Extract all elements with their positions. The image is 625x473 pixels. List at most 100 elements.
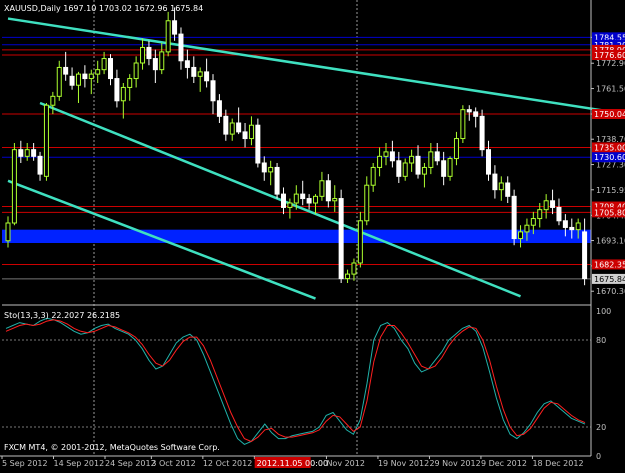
candle-body — [63, 66, 69, 75]
candle-body — [383, 151, 389, 157]
candle-body — [280, 193, 286, 208]
time-axis-label: 3 Oct 2012 — [151, 459, 195, 468]
candle-body — [210, 80, 216, 102]
candle-body — [274, 166, 280, 195]
candle-body — [409, 155, 415, 164]
time-axis-label: 19 Nov 2012 — [378, 459, 429, 468]
candle-body — [216, 100, 222, 117]
time-axis-label: 5 Sep 2012 — [2, 459, 48, 468]
candle-body — [569, 226, 575, 231]
candle-body — [556, 206, 562, 222]
candle-body — [178, 33, 184, 62]
candle-body — [82, 73, 88, 80]
candle-body — [261, 162, 267, 173]
candle-body — [204, 71, 210, 82]
candle-body — [396, 160, 402, 177]
candle-body — [18, 149, 24, 157]
stochastic-axis-label: 20 — [596, 423, 606, 432]
candle-body — [485, 149, 491, 175]
candle-body — [184, 60, 190, 68]
candle-body — [434, 151, 440, 162]
candle-body — [95, 69, 101, 75]
chart-canvas[interactable]: 1784.551772.901761.501750.041738.701727.… — [0, 0, 625, 469]
candle-body — [229, 122, 235, 135]
candle-body — [191, 66, 197, 77]
candle-body — [140, 46, 146, 64]
candle-body — [165, 20, 171, 53]
candle-body — [88, 73, 94, 80]
candle-body — [24, 149, 30, 157]
candle-body — [108, 58, 114, 80]
price-axis-label: 1772.90 — [596, 59, 625, 68]
candle-body — [492, 173, 498, 191]
candle-body — [50, 95, 56, 106]
candle-body — [453, 138, 459, 160]
candle-body — [31, 149, 37, 157]
time-axis-label: 9 Dec 2012 — [481, 459, 527, 468]
candle-body — [428, 151, 434, 168]
candle-body — [43, 104, 49, 177]
candle-body — [338, 198, 344, 280]
candle-body — [127, 78, 133, 88]
symbol-header: XAUUSD,Daily 1697.10 1703.02 1672.96 167… — [4, 4, 203, 13]
candle-body — [313, 195, 319, 204]
time-axis-label: 24 Sep 2012 — [105, 459, 156, 468]
candle-body — [69, 75, 75, 86]
candle-body — [345, 273, 351, 280]
candle-body — [460, 109, 466, 140]
stochastic-axis-label: 0 — [596, 452, 601, 461]
candle-body — [242, 131, 248, 140]
current-price-tag-text: 1675.84 — [594, 275, 625, 284]
candle-body — [152, 58, 158, 71]
copyright-text: FXCM MT4, © 2001-2012, MetaQuotes Softwa… — [4, 443, 220, 452]
candle-body — [505, 182, 511, 197]
candle-body — [498, 182, 504, 191]
candle-body — [268, 166, 274, 173]
candle-body — [223, 115, 229, 135]
candle-body — [530, 218, 536, 226]
candle-body — [402, 162, 408, 177]
candle-body — [415, 155, 421, 175]
candle-body — [389, 151, 395, 162]
candle-body — [133, 62, 139, 80]
candle-body — [575, 222, 581, 231]
candle-body — [582, 231, 588, 280]
candle-body — [197, 71, 203, 77]
candle-body — [447, 158, 453, 177]
stochastic-axis-label: 100 — [596, 307, 611, 316]
candle-body — [255, 124, 261, 164]
candle-body — [287, 202, 293, 208]
level-price-tag-text: 1735.00 — [594, 143, 625, 152]
stochastic-header: Sto(13,3,3) 22.2027 26.2185 — [4, 311, 120, 320]
level-price-tag-text: 1750.04 — [594, 110, 625, 119]
price-axis-label: 1693.10 — [596, 237, 625, 246]
candle-body — [11, 149, 17, 224]
candle-body — [172, 20, 178, 35]
candle-body — [332, 198, 338, 202]
candle-body — [479, 115, 485, 151]
time-axis-label: 12 Oct 2012 — [203, 459, 252, 468]
candle-body — [56, 66, 62, 97]
price-axis-label: 1670.30 — [596, 287, 625, 296]
candle-body — [319, 180, 325, 197]
candle-body — [325, 180, 331, 202]
level-price-tag-text: 1730.60 — [594, 153, 625, 162]
stochastic-axis-label: 80 — [596, 336, 606, 345]
candle-body — [248, 124, 254, 140]
level-price-tag-text: 1682.35 — [594, 260, 625, 269]
candle-body — [300, 193, 306, 200]
time-axis-label: Nov 2012 — [326, 459, 365, 468]
candle-body — [114, 78, 120, 102]
candle-body — [306, 198, 312, 204]
candle-body — [473, 111, 479, 117]
time-axis-label: 18 Dec 2012 — [532, 459, 583, 468]
candle-body — [146, 46, 152, 60]
level-price-tag-text: 1776.60 — [594, 51, 625, 60]
candle-body — [357, 220, 363, 264]
metatrader-chart-window[interactable]: 1784.551772.901761.501750.041738.701727.… — [0, 0, 625, 469]
time-axis-label: 14 Sep 2012 — [54, 459, 105, 468]
support-zone — [2, 229, 591, 243]
cursor-time-tag-text: 2012.11.05 00:00 — [257, 459, 328, 468]
candle-body — [5, 222, 11, 242]
candle-body — [120, 86, 126, 102]
